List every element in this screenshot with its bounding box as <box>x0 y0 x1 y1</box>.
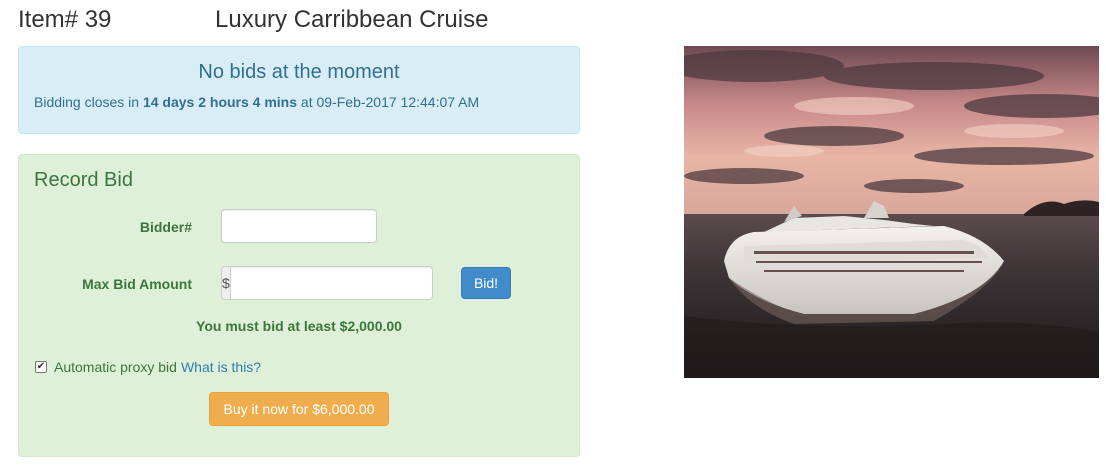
bid-status-panel: No bids at the moment Bidding closes in … <box>18 46 580 134</box>
bidder-input[interactable] <box>221 209 377 243</box>
bidder-label: Bidder# <box>139 219 192 235</box>
proxy-bid-checkbox[interactable]: ✔ <box>35 361 47 373</box>
time-remaining: 14 days 2 hours 4 mins <box>142 94 298 110</box>
max-bid-input-group: $ <box>221 266 433 300</box>
currency-addon: $ <box>221 266 230 300</box>
proxy-help-link[interactable]: What is this? <box>181 359 261 375</box>
item-title: Luxury Carribbean Cruise <box>215 6 489 33</box>
min-bid-message: You must bid at least $2,000.00 <box>196 318 402 334</box>
record-bid-title: Record Bid <box>34 169 133 191</box>
bid-button[interactable]: Bid! <box>461 267 511 299</box>
closes-prefix: Bidding closes in <box>34 94 140 110</box>
bid-status-heading: No bids at the moment <box>198 61 400 83</box>
at-word: at <box>300 94 313 110</box>
buy-now-button[interactable]: Buy it now for $6,000.00 <box>209 392 389 426</box>
proxy-bid-row: ✔ Automatic proxy bid What is this? <box>35 359 261 375</box>
max-bid-input[interactable] <box>229 266 433 300</box>
bidding-close-info: Bidding closes in 14 days 2 hours 4 mins… <box>34 94 479 110</box>
item-number: Item# 39 <box>18 6 112 33</box>
record-bid-panel: Record Bid Bidder# Max Bid Amount $ Bid!… <box>18 154 580 457</box>
cruise-ship-photo <box>684 46 1099 378</box>
max-bid-label: Max Bid Amount <box>82 276 192 292</box>
close-datetime: 09-Feb-2017 12:44:07 AM <box>316 94 480 110</box>
proxy-bid-label: Automatic proxy bid <box>54 359 177 375</box>
